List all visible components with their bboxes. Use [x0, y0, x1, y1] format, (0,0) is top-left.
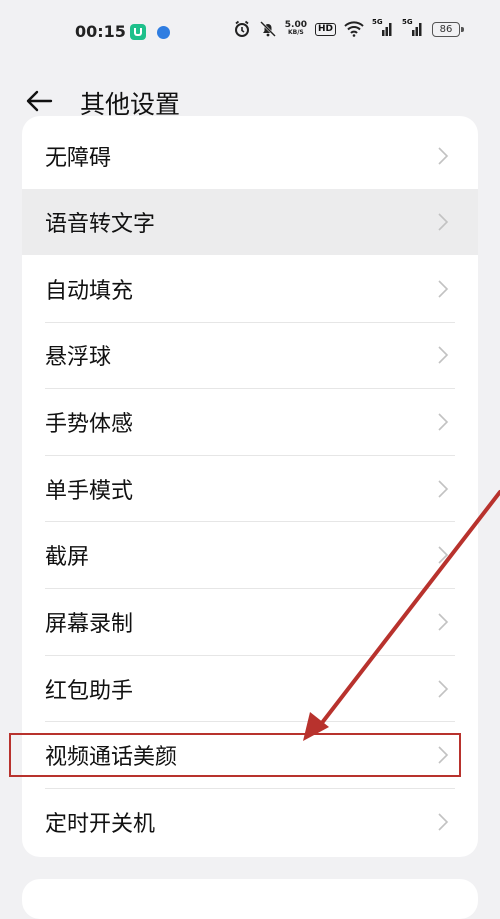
settings-item-accessibility[interactable]: 无障碍 — [22, 123, 478, 189]
settings-item-scheduled-power[interactable]: 定时开关机 — [22, 789, 478, 855]
settings-item-screen-recording[interactable]: 屏幕录制 — [22, 589, 478, 655]
chevron-right-icon — [438, 813, 449, 831]
chevron-right-icon — [438, 213, 449, 231]
chevron-right-icon — [438, 147, 449, 165]
settings-item-autofill[interactable]: 自动填充 — [22, 256, 478, 322]
chevron-right-icon — [438, 680, 449, 698]
annotation-highlight-box — [9, 733, 461, 777]
settings-item-label: 语音转文字 — [45, 212, 156, 237]
chevron-right-icon — [438, 613, 449, 631]
settings-item-red-packet-helper[interactable]: 红包助手 — [22, 656, 478, 722]
settings-item-label: 红包助手 — [45, 679, 134, 704]
settings-item-label: 屏幕录制 — [45, 612, 134, 637]
settings-item-floating-ball[interactable]: 悬浮球 — [22, 322, 478, 388]
chevron-right-icon — [438, 546, 449, 564]
chevron-right-icon — [438, 413, 449, 431]
settings-item-label: 自动填充 — [45, 279, 134, 304]
settings-item-label: 截屏 — [45, 545, 90, 570]
next-settings-card — [22, 879, 478, 919]
chevron-right-icon — [438, 480, 449, 498]
settings-item-label: 手势体感 — [45, 412, 134, 437]
chevron-right-icon — [438, 280, 449, 298]
settings-item-label: 定时开关机 — [45, 812, 156, 837]
chevron-right-icon — [438, 346, 449, 364]
settings-item-label: 无障碍 — [45, 146, 112, 171]
settings-item-gestures[interactable]: 手势体感 — [22, 389, 478, 455]
settings-item-one-hand-mode[interactable]: 单手模式 — [22, 456, 478, 522]
settings-item-speech-to-text[interactable]: 语音转文字 — [22, 189, 478, 255]
settings-item-label: 悬浮球 — [45, 345, 112, 370]
settings-item-label: 单手模式 — [45, 479, 134, 504]
settings-item-screenshot[interactable]: 截屏 — [22, 522, 478, 588]
